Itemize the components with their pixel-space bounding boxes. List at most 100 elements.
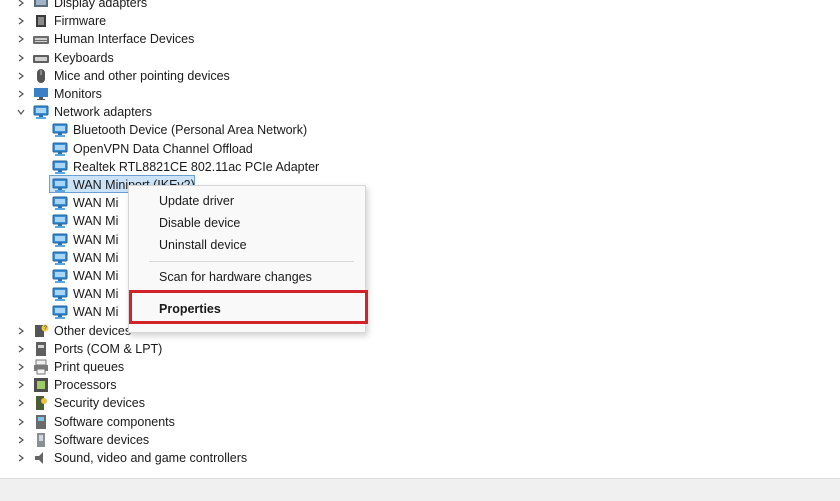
tree-item-label: Network adapters bbox=[54, 105, 152, 120]
tree-item-label: Keyboards bbox=[54, 50, 114, 65]
tree-item-label: Monitors bbox=[54, 87, 102, 101]
network-adapter-icon bbox=[52, 213, 68, 229]
tree-category-item[interactable]: Firmware bbox=[0, 12, 840, 30]
tree-item-label: Security devices bbox=[54, 396, 146, 411]
tree-item-label: Software devices bbox=[54, 432, 150, 447]
tree-item-label: Realtek RTL8821CE 802.11ac PCIe Adapter bbox=[73, 159, 320, 174]
menu-item-scan-hardware[interactable]: Scan for hardware changes bbox=[129, 266, 365, 288]
menu-separator bbox=[149, 261, 354, 262]
tree-item-label: WAN Mi bbox=[73, 196, 119, 211]
tree-item-label: Ports (COM & LPT) bbox=[54, 341, 163, 356]
tree-category-item[interactable]: Mice and other pointing devices bbox=[0, 67, 840, 85]
keyboard-icon bbox=[33, 50, 49, 66]
chevron-right-icon[interactable] bbox=[14, 449, 28, 467]
tree-category-item[interactable]: Monitors bbox=[0, 85, 840, 103]
processor-icon bbox=[33, 377, 49, 393]
tree-item-label: WAN Mi bbox=[73, 214, 119, 229]
network-adapter-icon bbox=[52, 268, 68, 284]
chevron-right-icon[interactable] bbox=[14, 431, 28, 449]
menu-item-update-driver[interactable]: Update driver bbox=[129, 190, 365, 212]
chevron-right-icon[interactable] bbox=[14, 413, 28, 431]
properties-highlight-box bbox=[129, 290, 368, 324]
tree-child-item[interactable]: WAN Mi bbox=[0, 194, 840, 212]
port-icon bbox=[33, 341, 49, 357]
monitor-icon bbox=[33, 86, 49, 102]
speaker-icon bbox=[33, 450, 49, 466]
security-device-icon bbox=[33, 395, 49, 411]
tree-item-label: Other devices bbox=[54, 323, 132, 338]
tree-category-item[interactable]: ? Other devices bbox=[0, 322, 840, 340]
software-component-icon bbox=[33, 414, 49, 430]
device-tree[interactable]: Display adapters Firmware Human Interface … bbox=[0, 0, 840, 478]
menu-item-disable-device[interactable]: Disable device bbox=[129, 212, 365, 234]
tree-child-item[interactable]: OpenVPN Data Channel Offload bbox=[0, 140, 840, 158]
tree-child-item[interactable]: WAN Mi bbox=[0, 212, 840, 230]
chevron-right-icon[interactable] bbox=[14, 85, 28, 103]
tree-category-item[interactable]: Sound, video and game controllers bbox=[0, 449, 840, 467]
mouse-icon bbox=[33, 68, 49, 84]
chevron-right-icon[interactable] bbox=[14, 30, 28, 48]
network-adapter-icon bbox=[52, 122, 68, 138]
software-device-icon bbox=[33, 432, 49, 448]
chevron-right-icon[interactable] bbox=[14, 394, 28, 412]
network-adapter-icon bbox=[52, 232, 68, 248]
tree-item-label: WAN Mi bbox=[73, 269, 119, 283]
tree-child-item[interactable]: Realtek RTL8821CE 802.11ac PCIe Adapter bbox=[0, 158, 840, 176]
tree-category-item[interactable]: Security devices bbox=[0, 394, 840, 412]
tree-category-item[interactable]: Software components bbox=[0, 413, 840, 431]
tree-category-item[interactable]: Processors bbox=[0, 376, 840, 394]
chevron-right-icon[interactable] bbox=[14, 358, 28, 376]
tree-item-label: WAN Mi bbox=[73, 287, 119, 302]
chevron-right-icon[interactable] bbox=[14, 376, 28, 394]
menu-item-uninstall-device[interactable]: Uninstall device bbox=[129, 234, 365, 256]
tree-child-item[interactable]: WAN Miniport (IKEv2) bbox=[0, 176, 840, 194]
tree-item-label: Human Interface Devices bbox=[54, 32, 195, 47]
other-devices-icon: ? bbox=[33, 323, 49, 339]
tree-category-item[interactable]: Human Interface Devices bbox=[0, 30, 840, 48]
tree-item-label: Mice and other pointing devices bbox=[54, 68, 230, 83]
tree-category-item[interactable]: Network adapters bbox=[0, 103, 840, 121]
tree-item-label: WAN Mi bbox=[73, 305, 119, 320]
tree-item-label: Firmware bbox=[54, 14, 107, 29]
network-adapter-icon bbox=[52, 141, 68, 157]
tree-child-item[interactable]: WAN Mi bbox=[0, 231, 840, 249]
tree-category-item[interactable]: Software devices bbox=[0, 431, 840, 449]
tree-child-item[interactable]: WAN Mi bbox=[0, 285, 840, 303]
chevron-right-icon[interactable] bbox=[14, 340, 28, 358]
status-bar bbox=[0, 478, 840, 501]
tree-category-item[interactable]: Print queues bbox=[0, 358, 840, 376]
chevron-right-icon[interactable] bbox=[14, 0, 28, 12]
network-adapter-icon bbox=[52, 177, 68, 193]
firmware-icon bbox=[33, 13, 49, 29]
tree-category-item[interactable]: Ports (COM & LPT) bbox=[0, 340, 840, 358]
tree-item-label: Bluetooth Device (Personal Area Network) bbox=[73, 123, 308, 138]
network-adapter-icon bbox=[52, 286, 68, 302]
tree-child-item[interactable]: WAN Mi bbox=[0, 267, 840, 285]
network-adapter-icon bbox=[52, 304, 68, 320]
tree-child-item[interactable]: WAN Mi bbox=[0, 303, 840, 321]
tree-category-item[interactable]: Keyboards bbox=[0, 49, 840, 67]
display-adapter-icon bbox=[33, 0, 49, 11]
chevron-right-icon[interactable] bbox=[14, 12, 28, 30]
tree-item-label: Print queues bbox=[54, 360, 125, 374]
hid-icon bbox=[33, 31, 49, 47]
printer-icon bbox=[33, 359, 49, 375]
tree-child-item[interactable]: WAN Mi bbox=[0, 249, 840, 267]
chevron-down-icon[interactable] bbox=[14, 103, 28, 121]
chevron-right-icon[interactable] bbox=[14, 322, 28, 340]
network-adapter-icon bbox=[52, 159, 68, 175]
tree-item-label: OpenVPN Data Channel Offload bbox=[73, 141, 253, 156]
network-adapter-icon bbox=[52, 250, 68, 266]
tree-item-label: Display adapters bbox=[54, 0, 148, 10]
network-adapter-icon bbox=[52, 195, 68, 211]
chevron-right-icon[interactable] bbox=[14, 67, 28, 85]
tree-item-label: WAN Mi bbox=[73, 232, 119, 247]
chevron-right-icon[interactable] bbox=[14, 49, 28, 67]
tree-item-label: Processors bbox=[54, 378, 117, 393]
tree-item-label: WAN Mi bbox=[73, 250, 119, 265]
tree-child-item[interactable]: Bluetooth Device (Personal Area Network) bbox=[0, 121, 840, 139]
network-adapter-icon bbox=[33, 104, 49, 120]
tree-item-label: Sound, video and game controllers bbox=[54, 451, 248, 465]
tree-item-label: Software components bbox=[54, 414, 175, 429]
tree-category-item[interactable]: Display adapters bbox=[0, 0, 840, 12]
